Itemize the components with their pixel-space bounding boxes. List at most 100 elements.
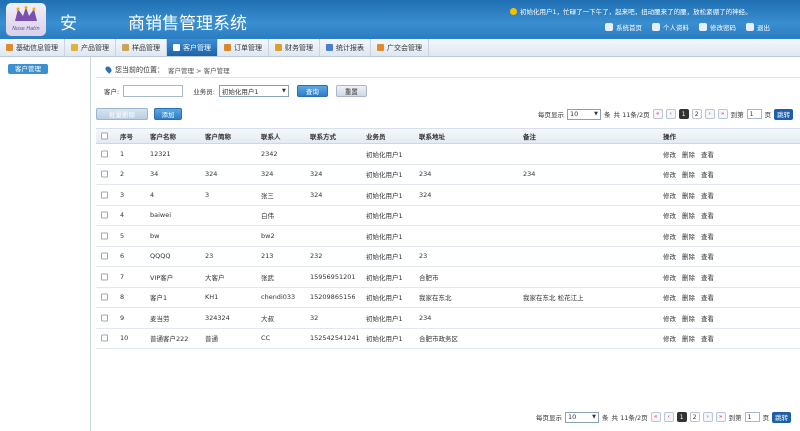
next-page-icon[interactable]: › bbox=[702, 412, 713, 422]
prev-page-icon[interactable]: ‹ bbox=[665, 109, 676, 119]
nav-reports[interactable]: 统计报表 bbox=[320, 39, 371, 56]
delete-link[interactable]: 删除 bbox=[682, 190, 695, 200]
nav-samples[interactable]: 样品管理 bbox=[116, 39, 167, 56]
edit-link[interactable]: 修改 bbox=[663, 190, 676, 200]
col-address: 324 bbox=[419, 190, 432, 199]
row-checkbox[interactable] bbox=[101, 334, 108, 342]
col-index: 5 bbox=[120, 231, 125, 240]
delete-link[interactable]: 删除 bbox=[682, 313, 695, 323]
col-index: 7 bbox=[120, 272, 125, 281]
goto-button[interactable]: 跳转 bbox=[772, 411, 792, 423]
view-link[interactable]: 查看 bbox=[701, 333, 714, 343]
goto-page-input[interactable]: 1 bbox=[746, 109, 762, 119]
view-link[interactable]: 查看 bbox=[701, 231, 714, 241]
col-short-name: 大客户 bbox=[205, 273, 225, 282]
goto-page-input[interactable]: 1 bbox=[744, 412, 760, 422]
delete-link[interactable]: 删除 bbox=[682, 251, 695, 261]
first-page-icon[interactable]: « bbox=[650, 412, 661, 422]
select-all-checkbox[interactable] bbox=[101, 132, 108, 140]
col-remark: 我家在东北 松花江上 bbox=[523, 294, 584, 303]
view-link[interactable]: 查看 bbox=[701, 272, 714, 282]
page-2[interactable]: 2 bbox=[691, 109, 702, 119]
delete-link[interactable]: 删除 bbox=[682, 210, 695, 220]
delete-link[interactable]: 删除 bbox=[682, 292, 695, 302]
view-link[interactable]: 查看 bbox=[701, 292, 714, 302]
nav-orders[interactable]: 订单管理 bbox=[218, 39, 269, 56]
col-salesman: 初始化用户1 bbox=[366, 253, 403, 262]
edit-link[interactable]: 修改 bbox=[663, 210, 676, 220]
prev-page-icon[interactable]: ‹ bbox=[663, 412, 674, 422]
nav-products[interactable]: 产品管理 bbox=[65, 39, 116, 56]
nav-finance[interactable]: 财务管理 bbox=[269, 39, 320, 56]
row-checkbox[interactable] bbox=[101, 293, 108, 301]
view-link[interactable]: 查看 bbox=[701, 169, 714, 179]
col-remark: 234 bbox=[523, 170, 536, 179]
salesman-label: 业务员: bbox=[193, 88, 215, 96]
view-link[interactable]: 查看 bbox=[701, 313, 714, 323]
sidebar-item-customers[interactable]: 客户管理 bbox=[8, 64, 48, 74]
nav-basic-info[interactable]: 基础信息管理 bbox=[0, 39, 65, 56]
bell-icon bbox=[510, 7, 517, 15]
delete-link[interactable]: 删除 bbox=[682, 169, 695, 179]
page-2[interactable]: 2 bbox=[689, 412, 700, 422]
goto-button[interactable]: 跳转 bbox=[774, 108, 794, 120]
row-checkbox[interactable] bbox=[101, 232, 108, 240]
logo: Nose Hatin bbox=[6, 3, 46, 36]
next-page-icon[interactable]: › bbox=[704, 109, 715, 119]
nav-label: 样品管理 bbox=[132, 43, 160, 52]
home-link[interactable]: 系统首页 bbox=[605, 22, 642, 32]
first-page-icon[interactable]: « bbox=[652, 109, 663, 119]
row-checkbox[interactable] bbox=[101, 314, 108, 322]
per-page-value: 10 bbox=[568, 413, 577, 421]
nav-customers[interactable]: 客户管理 bbox=[167, 39, 218, 56]
per-page-unit: 条 bbox=[602, 414, 609, 422]
change-password-link[interactable]: 修改密码 bbox=[699, 22, 736, 32]
last-page-icon[interactable]: » bbox=[717, 109, 728, 119]
row-checkbox[interactable] bbox=[101, 252, 108, 260]
main-nav: 基础信息管理 产品管理 样品管理 客户管理 订单管理 财务管理 统计报表 广交会… bbox=[0, 39, 800, 57]
customer-search-input[interactable] bbox=[123, 85, 184, 97]
edit-link[interactable]: 修改 bbox=[663, 292, 676, 302]
edit-link[interactable]: 修改 bbox=[663, 333, 676, 343]
col-address: 23 bbox=[419, 252, 428, 261]
edit-link[interactable]: 修改 bbox=[663, 251, 676, 261]
page-1[interactable]: 1 bbox=[678, 109, 689, 119]
delete-link[interactable]: 删除 bbox=[682, 231, 695, 241]
delete-link[interactable]: 删除 bbox=[682, 333, 695, 343]
view-link[interactable]: 查看 bbox=[701, 251, 714, 261]
row-checkbox[interactable] bbox=[101, 170, 108, 178]
view-link[interactable]: 查看 bbox=[701, 190, 714, 200]
col-customer-name: 34 bbox=[150, 170, 159, 179]
row-checkbox[interactable] bbox=[101, 211, 108, 219]
delete-link[interactable]: 删除 bbox=[682, 272, 695, 282]
query-button[interactable]: 查询 bbox=[296, 85, 328, 97]
profile-link[interactable]: 个人资料 bbox=[652, 22, 689, 32]
per-page-select[interactable]: 10 ▼ bbox=[565, 411, 599, 423]
view-link[interactable]: 查看 bbox=[701, 149, 714, 159]
add-button[interactable]: 添加 bbox=[154, 108, 182, 120]
edit-link[interactable]: 修改 bbox=[663, 231, 676, 241]
table-row: 7 VIP客户 大客户 张武 15956951201 初始化用户1 合肥市 修改 删除 查看 bbox=[96, 267, 800, 288]
edit-link[interactable]: 修改 bbox=[663, 149, 676, 159]
customer-icon bbox=[173, 44, 180, 51]
row-checkbox[interactable] bbox=[101, 273, 108, 281]
edit-link[interactable]: 修改 bbox=[663, 169, 676, 179]
page-1[interactable]: 1 bbox=[676, 412, 687, 422]
salesman-select[interactable]: 初始化用户1 ▼ bbox=[218, 85, 289, 97]
pager-summary: 共 11条/2页 bbox=[611, 414, 648, 422]
view-link[interactable]: 查看 bbox=[701, 210, 714, 220]
home-link-label: 系统首页 bbox=[616, 24, 642, 32]
per-page-select[interactable]: 10 ▼ bbox=[567, 108, 601, 120]
batch-delete-button[interactable]: 批量删除 bbox=[96, 108, 148, 120]
last-page-icon[interactable]: » bbox=[715, 412, 726, 422]
header-col-salesman: 业务员 bbox=[366, 133, 386, 141]
logout-link[interactable]: 退出 bbox=[746, 22, 770, 32]
row-checkbox[interactable] bbox=[101, 191, 108, 199]
edit-link[interactable]: 修改 bbox=[663, 272, 676, 282]
delete-link[interactable]: 删除 bbox=[682, 149, 695, 159]
edit-link[interactable]: 修改 bbox=[663, 313, 676, 323]
nav-fair[interactable]: 广交会管理 bbox=[371, 39, 429, 56]
reset-button[interactable]: 重置 bbox=[335, 85, 367, 97]
row-checkbox[interactable] bbox=[101, 150, 108, 158]
table-row: 5 bw bw2 初始化用户1 修改 删除 查看 bbox=[96, 226, 800, 247]
